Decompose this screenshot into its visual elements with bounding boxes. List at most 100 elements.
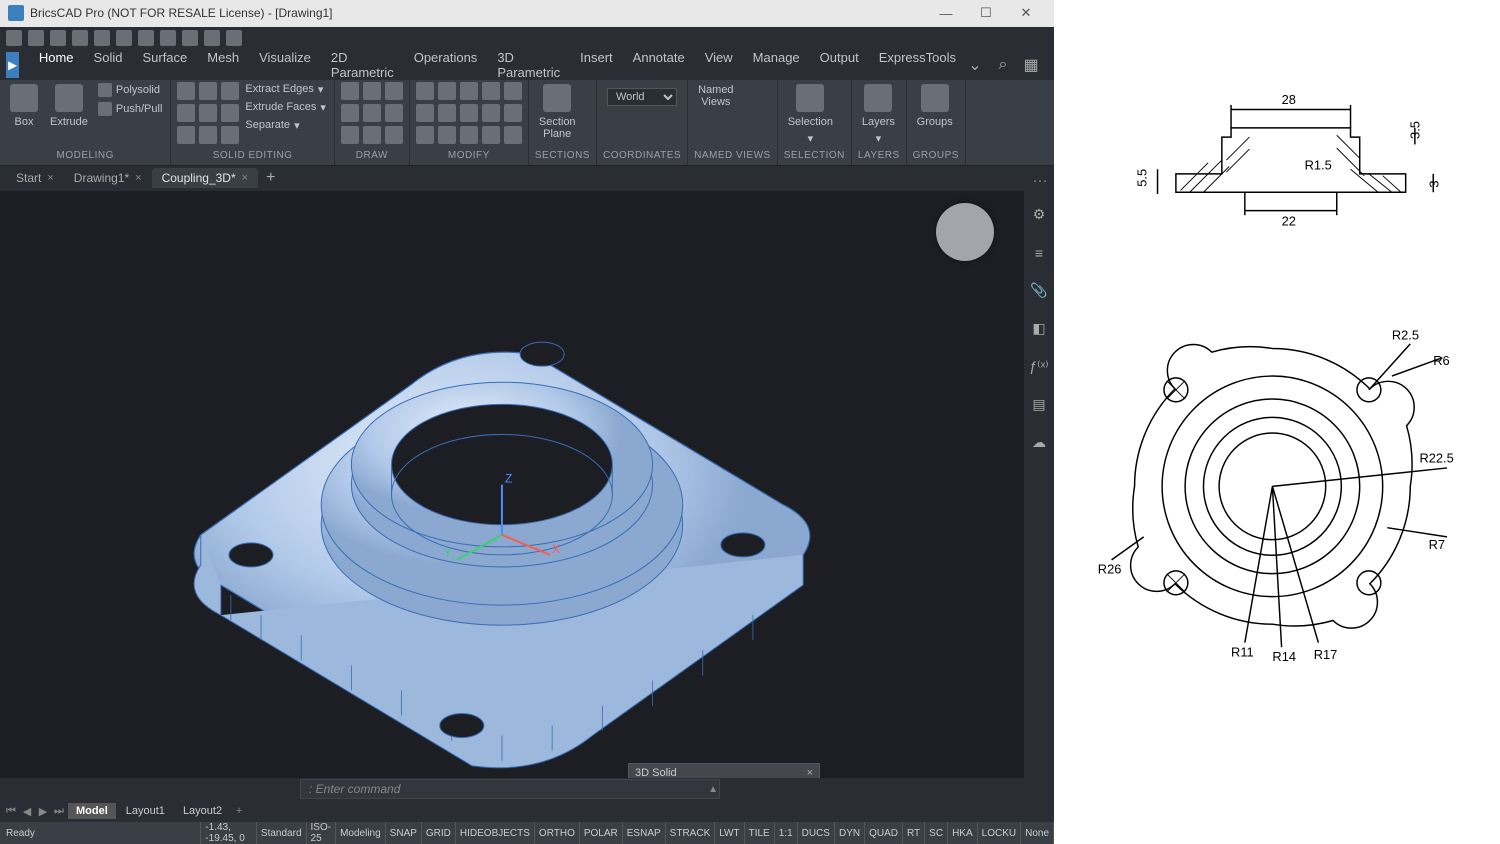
structure-panel-icon[interactable]: ▤ (1029, 395, 1049, 415)
properties-panel-icon[interactable]: ⚙ (1029, 205, 1049, 225)
menu-3dparametric[interactable]: 3D Parametric (487, 46, 570, 84)
draw-ellipse-icon[interactable] (341, 104, 359, 122)
draw-rect-icon[interactable] (341, 126, 359, 144)
se-icon-9[interactable] (221, 126, 239, 144)
polysolid-button[interactable]: Polysolid (96, 82, 164, 98)
layers-button[interactable]: Layers▾ (858, 82, 899, 147)
extract-edges-button[interactable]: Extract Edges ▾ (243, 82, 327, 97)
menu-view[interactable]: View (695, 46, 743, 84)
fillet-icon[interactable] (460, 104, 478, 122)
maximize-button[interactable]: ☐ (966, 3, 1006, 23)
se-icon-1[interactable] (177, 82, 195, 100)
status-locku[interactable]: LOCKU (978, 822, 1021, 844)
tab-layout2[interactable]: Layout2 (175, 803, 230, 819)
status-strack[interactable]: STRACK (666, 822, 716, 844)
se-icon-3[interactable] (221, 82, 239, 100)
layout-nav-prev[interactable]: ◀ (20, 805, 34, 818)
menu-insert[interactable]: Insert (570, 46, 623, 84)
command-input[interactable]: : Enter command (300, 779, 720, 799)
status-polar[interactable]: POLAR (580, 822, 623, 844)
status-lwt[interactable]: LWT (715, 822, 744, 844)
close-tab-icon[interactable]: × (135, 172, 141, 184)
chevron-down-icon[interactable]: ⌄ (966, 56, 984, 74)
cloud-panel-icon[interactable]: ☁ (1029, 433, 1049, 453)
qat-saveas-icon[interactable] (72, 30, 88, 46)
se-icon-5[interactable] (199, 104, 217, 122)
tab-model[interactable]: Model (68, 803, 116, 819)
menu-visualize[interactable]: Visualize (249, 46, 321, 84)
status-1:1[interactable]: 1:1 (775, 822, 798, 844)
bricscad-logo-icon[interactable]: ▸ (6, 52, 19, 78)
menu-manage[interactable]: Manage (743, 46, 810, 84)
align-icon[interactable] (504, 126, 522, 144)
status-modeling[interactable]: Modeling (336, 822, 386, 844)
separate-button[interactable]: Separate ▾ (243, 118, 327, 133)
qat-save-icon[interactable] (50, 30, 66, 46)
status-iso-25[interactable]: ISO-25 (307, 822, 337, 844)
qat-refresh-icon[interactable] (160, 30, 176, 46)
draw-point-icon[interactable] (363, 126, 381, 144)
layout-nav-first[interactable]: ⏮ (4, 805, 18, 818)
attachments-panel-icon[interactable]: 📎 (1029, 281, 1049, 301)
named-views-button[interactable]: Named Views (694, 82, 737, 110)
close-tab-icon[interactable]: × (47, 172, 53, 184)
menu-mesh[interactable]: Mesh (197, 46, 249, 84)
search-icon[interactable]: ⌕ (994, 56, 1012, 74)
extrude-button[interactable]: Extrude (46, 82, 92, 130)
status-snap[interactable]: SNAP (386, 822, 422, 844)
qat-print-icon[interactable] (94, 30, 110, 46)
layers-panel-icon[interactable]: ≡ (1029, 243, 1049, 263)
ucs-select[interactable]: World (607, 88, 677, 106)
close-button[interactable]: ✕ (1006, 3, 1046, 23)
status-dyn[interactable]: DYN (835, 822, 865, 844)
qat-redo-icon[interactable] (138, 30, 154, 46)
array-icon[interactable] (504, 104, 522, 122)
close-tab-icon[interactable]: × (242, 172, 248, 184)
tab-overflow-icon[interactable]: … (1032, 169, 1048, 187)
qat-copy-icon[interactable] (182, 30, 198, 46)
status-hka[interactable]: HKA (948, 822, 978, 844)
menu-solid[interactable]: Solid (84, 46, 133, 84)
trim-icon[interactable] (416, 104, 434, 122)
stretch-icon[interactable] (482, 126, 500, 144)
box-button[interactable]: Box (6, 82, 42, 130)
status-none[interactable]: None (1021, 822, 1054, 844)
panel-label[interactable]: MODELING (6, 148, 164, 165)
extrude-faces-button[interactable]: Extrude Faces ▾ (243, 100, 327, 115)
se-icon-8[interactable] (199, 126, 217, 144)
parameters-panel-icon[interactable]: ƒ⁽ˣ⁾ (1029, 357, 1049, 377)
se-icon-2[interactable] (199, 82, 217, 100)
status-quad[interactable]: QUAD (865, 822, 903, 844)
doc-tab-0[interactable]: Start× (6, 168, 64, 188)
erase-icon[interactable] (416, 126, 434, 144)
draw-circle-icon[interactable] (341, 82, 359, 100)
se-icon-7[interactable] (177, 126, 195, 144)
qat-new-icon[interactable] (6, 30, 22, 46)
qat-undo-icon[interactable] (116, 30, 132, 46)
qat-open-icon[interactable] (28, 30, 44, 46)
model-viewport[interactable]: Z Y X 3D Solid× ✂ ColorByLayer Layer0 UC… (0, 191, 1024, 778)
draw-hatch-icon[interactable] (385, 126, 403, 144)
status-sc[interactable]: SC (925, 822, 948, 844)
menu-surface[interactable]: Surface (132, 46, 197, 84)
minimize-button[interactable]: — (926, 3, 966, 23)
status-rt[interactable]: RT (903, 822, 925, 844)
mirror-icon[interactable] (482, 82, 500, 100)
doc-tab-2[interactable]: Coupling_3D*× (152, 168, 259, 188)
status-grid[interactable]: GRID (422, 822, 456, 844)
groups-button[interactable]: Groups (913, 82, 957, 130)
se-icon-4[interactable] (177, 104, 195, 122)
layout-add[interactable]: + (232, 805, 246, 817)
workspace-icon[interactable]: ▦ (1022, 56, 1040, 74)
move-icon[interactable] (416, 82, 434, 100)
status-ducs[interactable]: DUCS (798, 822, 835, 844)
tooltip-close-icon[interactable]: × (807, 767, 813, 778)
layout-nav-last[interactable]: ⏭ (52, 805, 66, 818)
qat-paste-icon[interactable] (204, 30, 220, 46)
menu-annotate[interactable]: Annotate (623, 46, 695, 84)
qat-export-icon[interactable] (226, 30, 242, 46)
offset-icon[interactable] (460, 126, 478, 144)
menu-output[interactable]: Output (810, 46, 869, 84)
selection-button[interactable]: Selection▾ (784, 82, 837, 147)
command-history-icon[interactable]: ▲ (708, 784, 718, 795)
